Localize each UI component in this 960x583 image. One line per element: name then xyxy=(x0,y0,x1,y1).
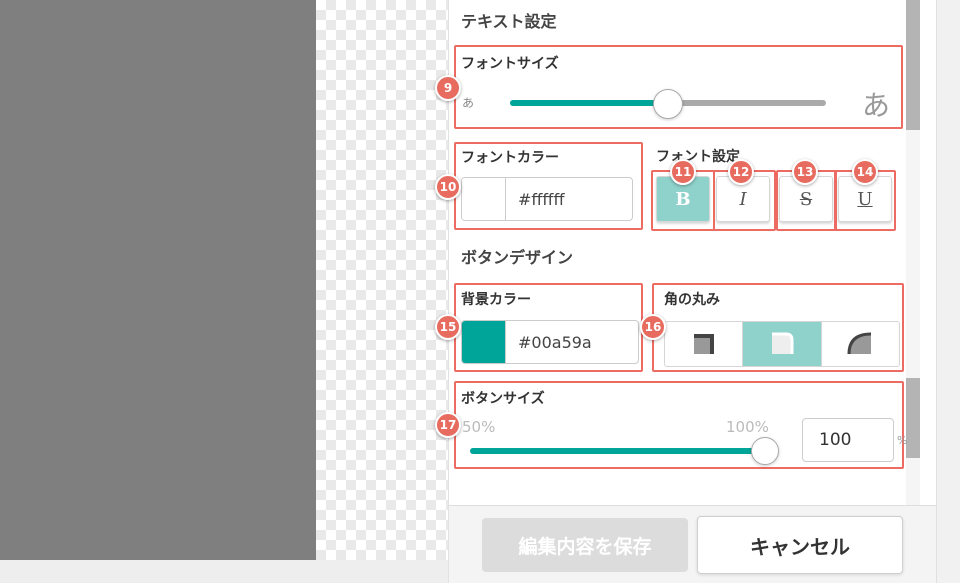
badge-13: 13 xyxy=(792,159,818,185)
font-size-min-glyph: あ xyxy=(462,96,475,110)
bg-color-label: 背景カラー xyxy=(461,292,531,308)
text-settings-title: テキスト設定 xyxy=(461,12,557,31)
bg-color-picker[interactable]: #00a59a xyxy=(461,320,639,364)
button-size-label: ボタンサイズ xyxy=(461,391,545,407)
bg-color-swatch[interactable] xyxy=(462,321,506,363)
round-corner-icon xyxy=(847,332,872,355)
font-color-value[interactable]: #ffffff xyxy=(518,190,564,209)
corner-square-option[interactable] xyxy=(665,322,744,366)
scrollbar-thumb-lower[interactable] xyxy=(906,378,920,458)
canvas-background xyxy=(0,0,316,560)
corner-radius-selector[interactable] xyxy=(664,321,900,367)
font-size-max-glyph: あ xyxy=(862,89,891,122)
corner-radius-label: 角の丸み xyxy=(664,292,720,308)
badge-14: 14 xyxy=(852,159,878,185)
button-size-input[interactable]: 100 xyxy=(802,418,894,462)
transparent-checker xyxy=(316,0,448,560)
badge-10: 10 xyxy=(435,174,461,200)
scrollbar-thumb[interactable] xyxy=(906,0,920,130)
bottom-strip xyxy=(0,560,448,583)
badge-15: 15 xyxy=(435,314,461,340)
outer-strip xyxy=(936,0,960,583)
font-color-label: フォントカラー xyxy=(461,150,559,166)
badge-9: 9 xyxy=(435,75,461,101)
font-style-label: フォント設定 xyxy=(656,149,740,165)
font-size-label: フォントサイズ xyxy=(461,56,559,72)
button-design-title: ボタンデザイン xyxy=(461,248,574,267)
badge-12: 12 xyxy=(728,159,754,185)
corner-round-option[interactable] xyxy=(822,322,899,366)
button-size-max-label: 100% xyxy=(726,418,769,436)
rounded-corner-icon xyxy=(771,332,794,354)
square-corner-icon xyxy=(693,334,714,354)
font-color-swatch[interactable] xyxy=(462,178,506,220)
button-size-unit: % xyxy=(897,434,908,447)
button-size-min-label: 50% xyxy=(462,418,496,436)
badge-11: 11 xyxy=(670,159,696,185)
font-color-picker[interactable]: #ffffff xyxy=(461,177,633,221)
badge-16: 16 xyxy=(640,314,666,340)
button-size-slider-fill xyxy=(470,448,766,454)
button-size-slider-handle[interactable] xyxy=(751,437,779,465)
bg-color-value[interactable]: #00a59a xyxy=(518,333,592,352)
badge-17: 17 xyxy=(435,412,461,438)
font-size-slider-handle[interactable] xyxy=(653,89,683,119)
font-size-slider-fill xyxy=(510,100,668,106)
corner-rounded-option[interactable] xyxy=(743,322,822,366)
cancel-button[interactable]: キャンセル xyxy=(697,516,903,574)
save-button[interactable]: 編集内容を保存 xyxy=(482,518,688,572)
